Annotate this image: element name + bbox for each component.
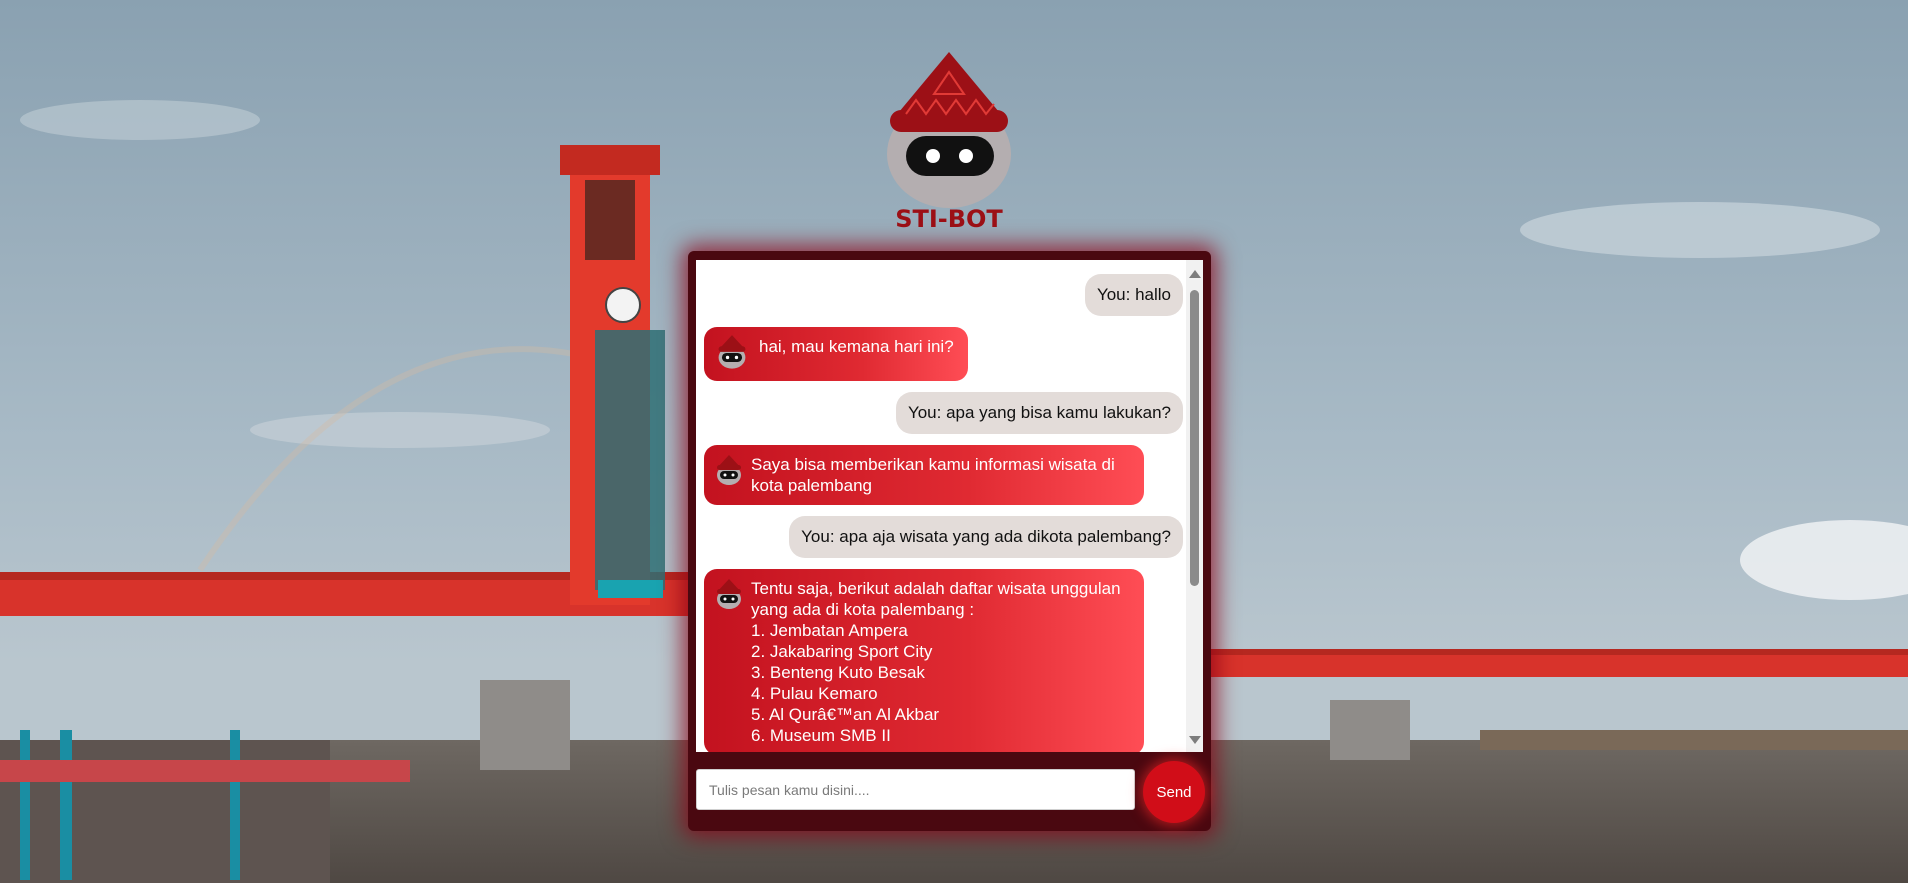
bot-avatar-icon [717, 455, 741, 485]
bot-avatar-icon [718, 335, 746, 369]
send-button[interactable]: Send [1143, 761, 1205, 823]
bot-message-bubble: Tentu saja, berikut adalah daftar wisata… [704, 569, 1144, 752]
sti-bot-logo: STI-BOT [887, 52, 1011, 232]
bot-message: hai, mau kemana hari ini? [704, 327, 1183, 381]
robot-mascot-icon [887, 52, 1011, 208]
scroll-down-arrow-icon[interactable] [1189, 736, 1201, 744]
user-message: You: apa aja wisata yang ada dikota pale… [704, 516, 1183, 558]
user-message: You: hallo [704, 274, 1183, 316]
bot-message: Saya bisa memberikan kamu informasi wisa… [704, 445, 1183, 505]
user-message: You: apa yang bisa kamu lakukan? [704, 392, 1183, 434]
bot-message-bubble: Saya bisa memberikan kamu informasi wisa… [704, 445, 1144, 505]
user-message-bubble: You: apa yang bisa kamu lakukan? [895, 392, 1183, 434]
bot-message-text: Tentu saja, berikut adalah daftar wisata… [751, 579, 1121, 745]
bot-message-text: Saya bisa memberikan kamu informasi wisa… [751, 455, 1115, 495]
chat-panel: You: hallo hai, mau kemana hari ini? You… [688, 251, 1211, 831]
chat-scrollbar[interactable] [1186, 260, 1203, 752]
bot-message-bubble: hai, mau kemana hari ini? [704, 327, 968, 381]
logo-text: STI-BOT [895, 205, 1003, 232]
scroll-up-arrow-icon[interactable] [1189, 270, 1201, 278]
user-message-bubble: You: apa aja wisata yang ada dikota pale… [789, 516, 1183, 558]
chat-box: You: hallo hai, mau kemana hari ini? You… [696, 260, 1203, 752]
bot-avatar-icon [717, 579, 741, 609]
scrollbar-thumb[interactable] [1190, 290, 1199, 586]
message-list[interactable]: You: hallo hai, mau kemana hari ini? You… [696, 260, 1183, 752]
user-message-bubble: You: hallo [1084, 274, 1183, 316]
bot-message: Tentu saja, berikut adalah daftar wisata… [704, 569, 1183, 752]
message-input[interactable] [696, 769, 1135, 810]
bot-message-text: hai, mau kemana hari ini? [759, 337, 954, 356]
